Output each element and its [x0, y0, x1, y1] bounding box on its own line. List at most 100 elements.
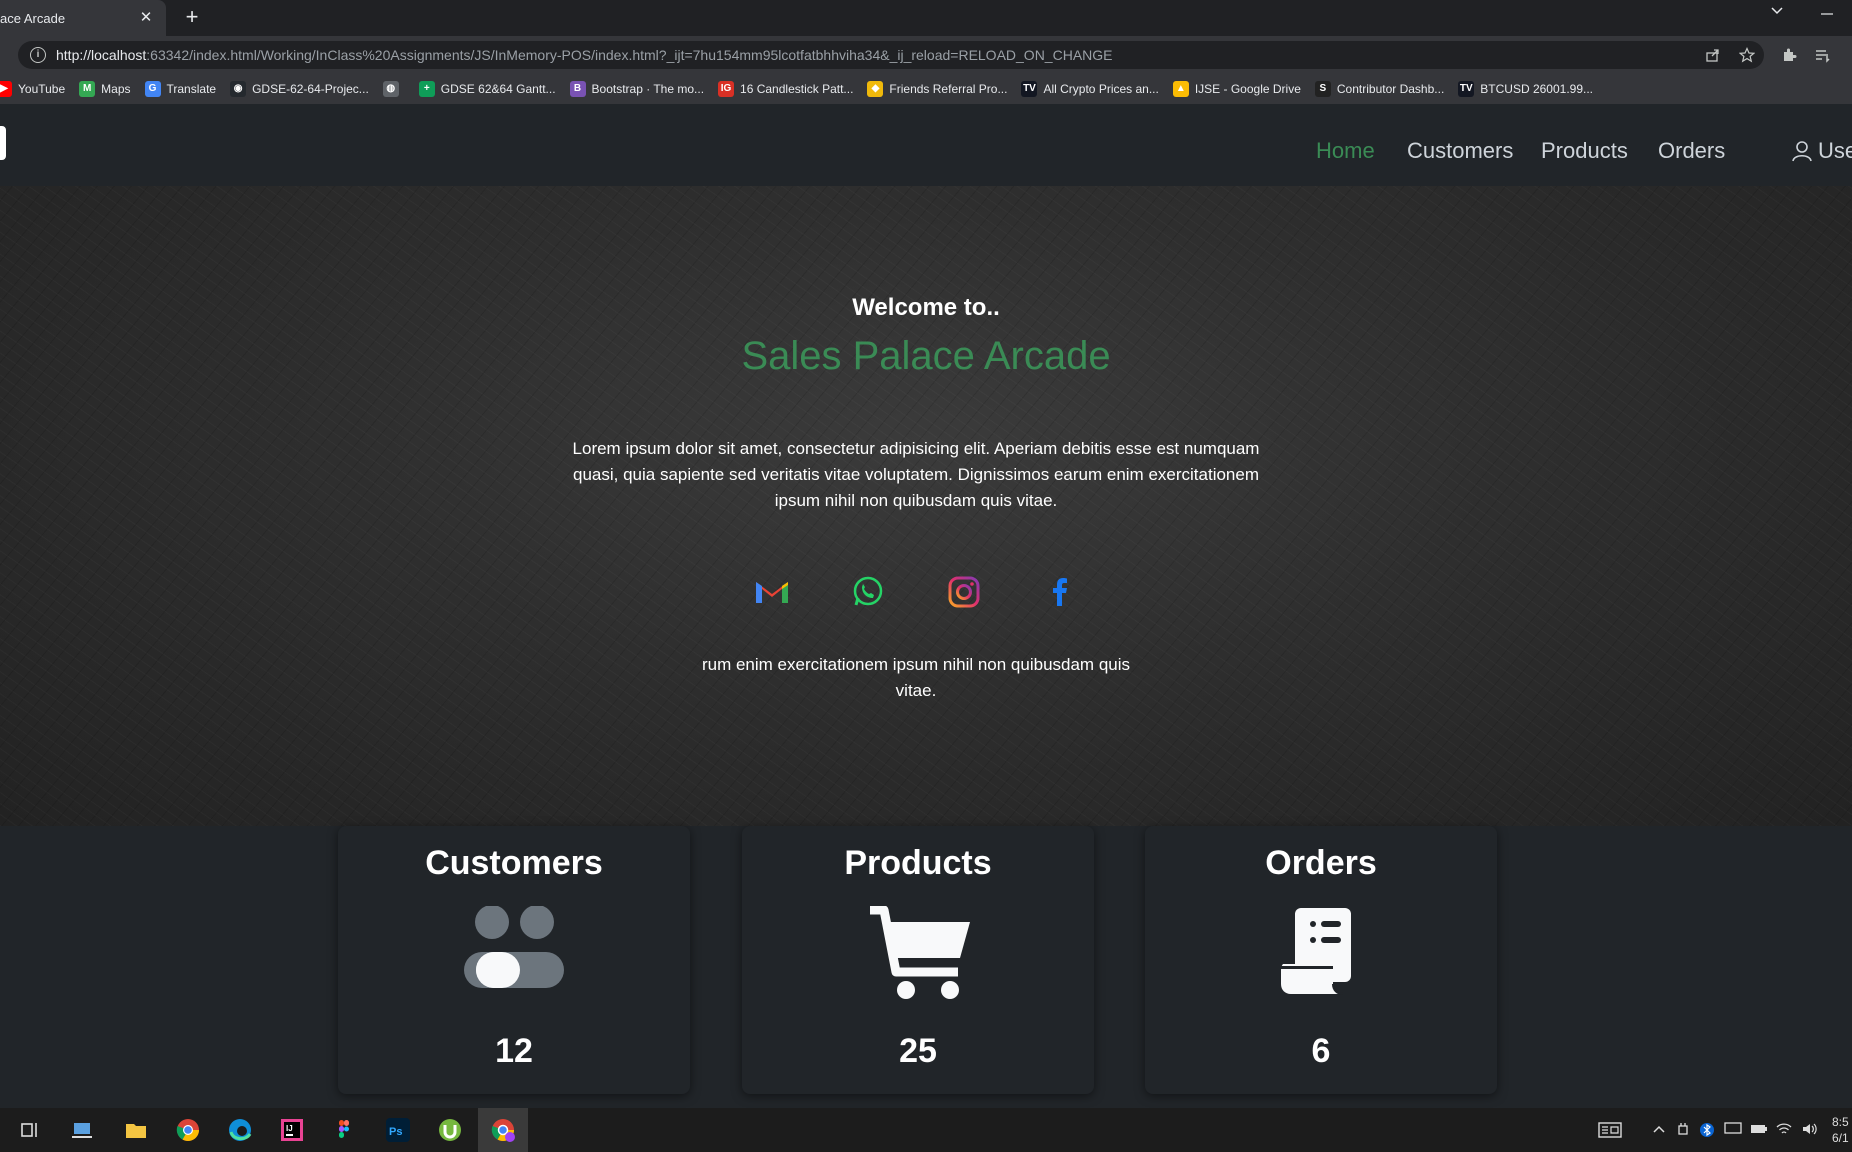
instagram-icon[interactable] [944, 572, 984, 612]
bookmark-item[interactable]: ▶ YouTube [0, 81, 65, 97]
bookmark-label: Translate [166, 82, 217, 96]
news-widget-icon[interactable] [1598, 1122, 1622, 1141]
bookmark-favicon-icon: + [418, 81, 435, 97]
hero-title: Sales Palace Arcade [741, 334, 1111, 378]
bookmark-item[interactable]: ◆ Friends Referral Pro... [867, 81, 1007, 97]
bookmark-favicon-icon: ◍ [382, 81, 399, 97]
bookmark-item[interactable]: + GDSE 62&64 Gantt... [418, 81, 556, 97]
users-toggle-icon [464, 905, 564, 1002]
svg-text:IJ: IJ [286, 1124, 293, 1133]
bookmark-favicon-icon: M [79, 81, 96, 97]
bookmark-favicon-icon: G [144, 81, 161, 97]
usb-icon[interactable] [1676, 1122, 1690, 1139]
user-menu[interactable]: Use [1792, 138, 1852, 164]
tab-title: ace Arcade [0, 10, 66, 26]
receipt-icon [1271, 906, 1371, 1002]
share-icon[interactable] [1704, 47, 1722, 65]
tab-close-icon[interactable]: ✕ [136, 8, 156, 28]
chrome-profile-icon[interactable] [491, 1118, 515, 1142]
stats-section: Customers 12 Products 25 Orders 6 [0, 826, 1852, 1108]
social-links [752, 572, 1072, 612]
bookmark-item[interactable]: ◉ GDSE-62-64-Projec... [230, 81, 369, 97]
extensions-icon[interactable] [1780, 47, 1798, 65]
bookmark-item[interactable]: ▲ IJSE - Google Drive [1172, 81, 1301, 97]
wifi-icon[interactable] [1776, 1122, 1792, 1139]
tab-strip: ace Arcade ✕ + [0, 0, 1852, 36]
hero-welcome: Welcome to.. [852, 294, 1000, 321]
hero-description: Lorem ipsum dolor sit amet, consectetur … [572, 439, 1260, 510]
products-count: 25 [899, 1032, 937, 1070]
facebook-icon[interactable] [1040, 572, 1080, 612]
display-icon[interactable] [1724, 1122, 1742, 1139]
hero-section: Welcome to.. Sales Palace Arcade Lorem i… [0, 186, 1852, 826]
clock[interactable]: 8:5 6/1 [1832, 1114, 1849, 1146]
clock-date: 6/1 [1832, 1131, 1849, 1145]
bookmark-favicon-icon: IG [718, 81, 735, 97]
brand-logo[interactable] [0, 126, 6, 160]
products-card[interactable]: Products 25 [742, 826, 1094, 1094]
edge-icon[interactable] [228, 1118, 252, 1142]
orders-card[interactable]: Orders 6 [1145, 826, 1497, 1094]
bookmark-favicon-icon: ◆ [867, 81, 884, 97]
nav-orders[interactable]: Orders [1658, 138, 1725, 164]
bookmark-favicon-icon: ◉ [230, 81, 247, 97]
photoshop-icon[interactable]: Ps [386, 1118, 410, 1142]
site-info-icon[interactable]: i [30, 47, 46, 63]
nav-customers[interactable]: Customers [1407, 138, 1513, 164]
bookmark-favicon-icon: ▶ [0, 81, 12, 97]
bookmark-label: Contributor Dashb... [1336, 82, 1445, 96]
tray-overflow-icon[interactable] [1652, 1122, 1666, 1139]
page: Home Customers Products Orders Use Welco… [0, 104, 1852, 1108]
bookmark-item[interactable]: B Bootstrap · The mo... [569, 81, 705, 97]
utorrent-icon[interactable] [438, 1118, 462, 1142]
bookmark-favicon-icon: TV [1458, 81, 1475, 97]
chrome-icon[interactable] [176, 1118, 200, 1142]
bookmark-item[interactable]: G Translate [144, 81, 217, 97]
card-title: Customers [425, 844, 603, 882]
figma-icon[interactable] [332, 1118, 356, 1142]
bookmark-label: GDSE-62-64-Projec... [252, 82, 369, 96]
bookmark-item[interactable]: S Contributor Dashb... [1314, 81, 1445, 97]
bookmark-label: GDSE 62&64 Gantt... [440, 82, 556, 96]
bookmark-favicon-icon: S [1314, 81, 1331, 97]
reading-list-icon[interactable] [1814, 47, 1832, 65]
customers-card[interactable]: Customers 12 [338, 826, 690, 1094]
bookmark-label: Bootstrap · The mo... [591, 82, 705, 96]
tab-search-chevron-icon[interactable] [1770, 4, 1784, 21]
bookmark-item[interactable]: ◍ [382, 81, 405, 97]
customers-count: 12 [495, 1032, 533, 1070]
laptop-app-icon[interactable] [70, 1118, 94, 1142]
task-view-icon[interactable] [18, 1118, 42, 1142]
file-explorer-icon[interactable] [124, 1118, 148, 1142]
bookmark-item[interactable]: TV BTCUSD 26001.99... [1458, 81, 1593, 97]
navbar: Home Customers Products Orders Use [0, 104, 1852, 186]
card-title: Products [844, 844, 992, 882]
address-bar[interactable]: i http://localhost:63342/index.html/Work… [18, 41, 1764, 69]
bookmark-label: YouTube [18, 82, 66, 96]
bookmark-label: Friends Referral Pro... [889, 82, 1008, 96]
bookmark-label: IJSE - Google Drive [1194, 82, 1301, 96]
bookmark-favicon-icon: ▲ [1172, 81, 1189, 97]
bookmark-star-icon[interactable] [1738, 47, 1756, 65]
nav-home[interactable]: Home [1316, 138, 1375, 164]
bookmark-item[interactable]: M Maps [79, 81, 131, 97]
cart-icon [868, 905, 970, 1002]
bookmark-label: 16 Candlestick Patt... [740, 82, 854, 96]
clock-time: 8:5 [1832, 1115, 1849, 1129]
battery-icon[interactable] [1750, 1122, 1768, 1139]
volume-icon[interactable] [1802, 1122, 1818, 1139]
minimize-icon[interactable] [1820, 2, 1834, 25]
bluetooth-icon[interactable] [1700, 1122, 1714, 1141]
hero-subtext: rum enim exercitationem ipsum nihil non … [701, 655, 1131, 700]
browser-tab[interactable]: ace Arcade ✕ [0, 0, 166, 36]
url-text: http://localhost:63342/index.html/Workin… [56, 47, 1113, 63]
whatsapp-icon[interactable] [848, 572, 888, 612]
gmail-icon[interactable] [752, 572, 792, 612]
bookmark-item[interactable]: TV All Crypto Prices an... [1021, 81, 1159, 97]
bookmark-item[interactable]: IG 16 Candlestick Patt... [718, 81, 853, 97]
new-tab-icon[interactable]: + [180, 6, 204, 30]
bookmark-favicon-icon: B [569, 81, 586, 97]
browser-toolbar: i http://localhost:63342/index.html/Work… [0, 36, 1852, 74]
nav-products[interactable]: Products [1541, 138, 1628, 164]
intellij-icon[interactable]: IJ [280, 1118, 304, 1142]
